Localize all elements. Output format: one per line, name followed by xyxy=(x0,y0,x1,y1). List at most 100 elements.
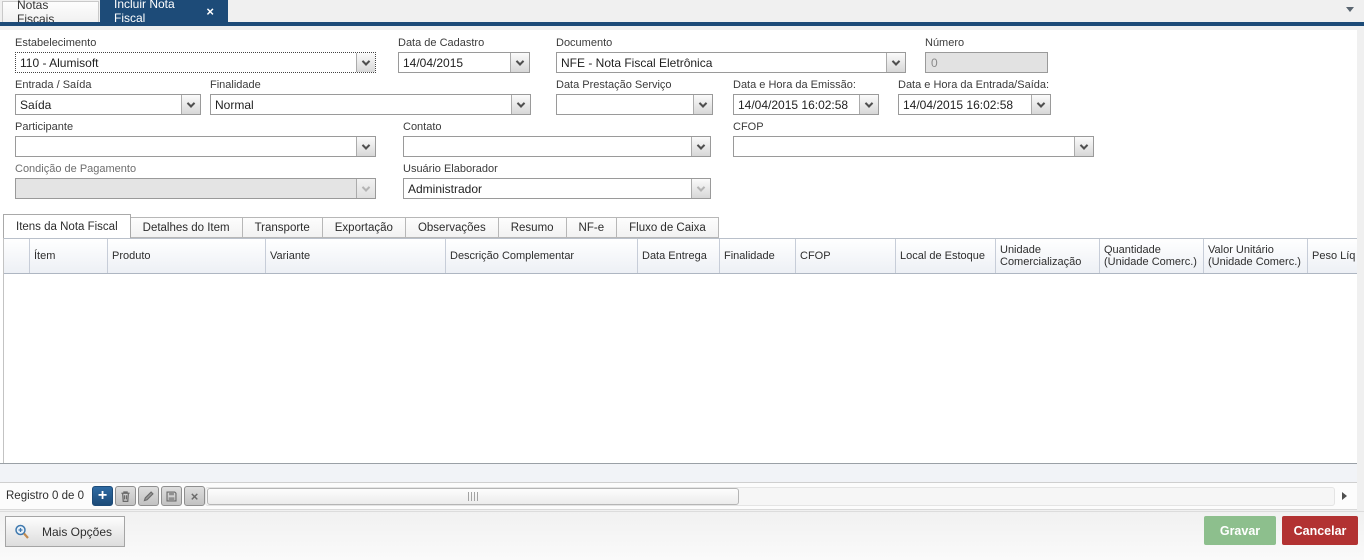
data-emissao-value: 14/04/2015 16:02:58 xyxy=(734,95,859,114)
cfop-combobox[interactable] xyxy=(733,136,1094,157)
record-navigator-bar: Registro 0 de 0 + × xyxy=(0,482,1357,510)
estabelecimento-value: 110 - Alumisoft xyxy=(16,53,356,72)
contato-value xyxy=(404,137,691,156)
form-panel: Estabelecimento 110 - Alumisoft Data de … xyxy=(0,30,1357,463)
delete-record-button[interactable] xyxy=(115,486,136,506)
cfop-label: CFOP xyxy=(733,121,1094,134)
grid-col-valor-unitario[interactable]: Valor Unitário (Unidade Comerc.) xyxy=(1204,239,1308,273)
tab-nfe[interactable]: NF-e xyxy=(567,217,618,238)
data-prestacao-combobox[interactable] xyxy=(556,94,713,115)
horizontal-scrollbar-thumb[interactable] xyxy=(207,488,739,505)
grid-body-empty[interactable] xyxy=(4,274,1357,463)
close-tab-icon[interactable]: × xyxy=(206,5,214,18)
data-entrada-saida-combobox[interactable]: 14/04/2015 16:02:58 xyxy=(898,94,1051,115)
contato-dropdown-button[interactable] xyxy=(691,137,710,156)
chevron-down-icon xyxy=(892,57,900,65)
chevron-down-icon xyxy=(362,183,370,191)
usuario-elaborador-label: Usuário Elaborador xyxy=(403,163,711,176)
items-grid: Ítem Produto Variante Descrição Compleme… xyxy=(3,238,1357,463)
grid-header-row: Ítem Produto Variante Descrição Compleme… xyxy=(4,238,1357,274)
participante-dropdown-button[interactable] xyxy=(356,137,375,156)
grid-col-item[interactable]: Ítem xyxy=(30,239,108,273)
condicao-pagamento-value xyxy=(16,179,356,198)
participante-value xyxy=(16,137,356,156)
finalidade-dropdown-button[interactable] xyxy=(511,95,530,114)
data-emissao-dropdown-button[interactable] xyxy=(859,95,878,114)
documento-combobox[interactable]: NFE - Nota Fiscal Eletrônica xyxy=(556,52,906,73)
grid-col-data-entrega[interactable]: Data Entrega xyxy=(638,239,720,273)
documento-label: Documento xyxy=(556,37,906,50)
cancel-record-button[interactable]: × xyxy=(184,486,205,506)
documento-dropdown-button[interactable] xyxy=(886,53,905,72)
cfop-dropdown-button[interactable] xyxy=(1074,137,1093,156)
plus-icon: + xyxy=(98,489,107,503)
grid-col-produto[interactable]: Produto xyxy=(108,239,266,273)
grid-col-variante[interactable]: Variante xyxy=(266,239,446,273)
detail-tab-strip: Itens da Nota Fiscal Detalhes do Item Tr… xyxy=(3,214,719,238)
tab-overflow-chevron-down-icon[interactable] xyxy=(1346,7,1354,12)
tab-itens-da-nota-fiscal[interactable]: Itens da Nota Fiscal xyxy=(3,214,131,238)
add-record-button[interactable]: + xyxy=(92,486,113,506)
x-circle-icon: × xyxy=(191,489,199,504)
tab-exportacao[interactable]: Exportação xyxy=(323,217,406,238)
grid-col-cfop[interactable]: CFOP xyxy=(796,239,896,273)
data-cadastro-value: 14/04/2015 xyxy=(399,53,510,72)
gravar-button[interactable]: Gravar xyxy=(1204,516,1276,545)
trash-icon xyxy=(119,490,132,503)
edit-record-button[interactable] xyxy=(138,486,159,506)
grid-col-quantidade[interactable]: Quantidade (Unidade Comerc.) xyxy=(1100,239,1204,273)
data-prestacao-dropdown-button[interactable] xyxy=(693,95,712,114)
footer-bar: Mais Opções Gravar Cancelar xyxy=(0,511,1364,560)
usuario-elaborador-combobox[interactable]: Administrador xyxy=(403,178,711,199)
contato-label: Contato xyxy=(403,121,711,134)
data-entrada-saida-label: Data e Hora da Entrada/Saída: xyxy=(898,79,1051,92)
scroll-right-arrow-icon[interactable] xyxy=(1342,492,1347,500)
tab-notas-fiscais[interactable]: Notas Fiscais xyxy=(2,1,99,22)
grid-col-unidade-comercializacao[interactable]: Unidade Comercialização xyxy=(996,239,1100,273)
tab-observacoes[interactable]: Observações xyxy=(406,217,499,238)
tab-transporte[interactable]: Transporte xyxy=(243,217,323,238)
entrada-saida-dropdown-button[interactable] xyxy=(181,95,200,114)
entrada-saida-value: Saída xyxy=(16,95,181,114)
horizontal-scrollbar-track[interactable] xyxy=(205,487,1335,506)
zoom-magnifier-icon xyxy=(14,524,30,540)
data-prestacao-label: Data Prestação Serviço xyxy=(556,79,713,92)
finalidade-value: Normal xyxy=(211,95,511,114)
tab-resumo[interactable]: Resumo xyxy=(499,217,567,238)
chevron-down-icon xyxy=(697,141,705,149)
grid-col-local-de-estoque[interactable]: Local de Estoque xyxy=(896,239,996,273)
data-cadastro-combobox[interactable]: 14/04/2015 xyxy=(398,52,530,73)
participante-combobox[interactable] xyxy=(15,136,376,157)
finalidade-combobox[interactable]: Normal xyxy=(210,94,531,115)
grid-col-descricao-complementar[interactable]: Descrição Complementar xyxy=(446,239,638,273)
numero-label: Número xyxy=(925,37,1048,50)
incluir-nota-fiscal-window: Notas Fiscais Incluir Nota Fiscal × Esta… xyxy=(0,0,1364,560)
usuario-elaborador-dropdown-button xyxy=(691,179,710,198)
scrollbar-grip-icon xyxy=(468,492,479,501)
tab-accent-bar xyxy=(0,22,1364,26)
data-emissao-combobox[interactable]: 14/04/2015 16:02:58 xyxy=(733,94,879,115)
chevron-down-icon xyxy=(517,99,525,107)
data-cadastro-dropdown-button[interactable] xyxy=(510,53,529,72)
estabelecimento-combobox[interactable]: 110 - Alumisoft xyxy=(15,52,376,73)
chevron-down-icon xyxy=(187,99,195,107)
grid-col-finalidade[interactable]: Finalidade xyxy=(720,239,796,273)
entrada-saida-combobox[interactable]: Saída xyxy=(15,94,201,115)
tab-incluir-nota-fiscal[interactable]: Incluir Nota Fiscal × xyxy=(100,0,228,22)
grid-col-indicator xyxy=(4,239,30,273)
chevron-down-icon xyxy=(1080,141,1088,149)
grid-col-peso-liq[interactable]: Peso Líq xyxy=(1308,239,1357,273)
mais-opcoes-button[interactable]: Mais Opções xyxy=(5,516,125,547)
condicao-pagamento-combobox xyxy=(15,178,376,199)
tab-detalhes-do-item[interactable]: Detalhes do Item xyxy=(131,217,243,238)
data-cadastro-label: Data de Cadastro xyxy=(398,37,530,50)
estabelecimento-dropdown-button[interactable] xyxy=(356,53,375,72)
tab-fluxo-de-caixa[interactable]: Fluxo de Caixa xyxy=(617,217,719,238)
data-entrada-saida-dropdown-button[interactable] xyxy=(1031,95,1050,114)
data-prestacao-value xyxy=(557,95,693,114)
estabelecimento-label: Estabelecimento xyxy=(15,37,376,50)
save-record-button[interactable] xyxy=(161,486,182,506)
floppy-disk-icon xyxy=(165,490,178,503)
contato-combobox[interactable] xyxy=(403,136,711,157)
cancelar-button[interactable]: Cancelar xyxy=(1282,516,1358,545)
